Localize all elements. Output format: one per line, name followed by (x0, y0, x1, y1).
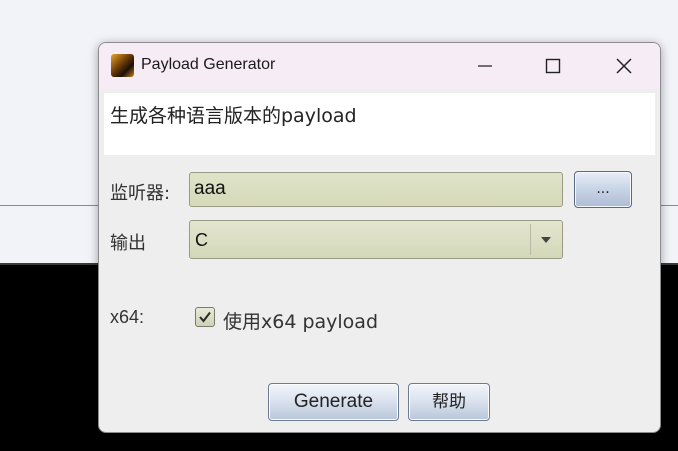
x64-label: x64: (110, 307, 145, 327)
output-select[interactable]: C (189, 220, 563, 259)
output-label: 输出 (110, 233, 146, 254)
close-icon (616, 58, 632, 74)
title-bar[interactable]: Payload Generator (99, 43, 660, 89)
description-panel: 生成各种语言版本的payload (104, 93, 655, 155)
listener-value: aaa (194, 178, 226, 199)
app-icon (111, 54, 134, 77)
listener-field[interactable]: aaa (189, 172, 563, 207)
output-selected-value: C (195, 230, 208, 250)
browse-listener-button[interactable]: ... (574, 171, 632, 208)
payload-generator-dialog: Payload Generator 生成各种语言版本的payload 监听器: … (98, 42, 661, 433)
maximize-icon (545, 58, 561, 74)
checkmark-icon (199, 311, 211, 323)
minimize-icon (478, 65, 492, 67)
chevron-down-icon (540, 236, 551, 243)
generate-button[interactable]: Generate (268, 383, 399, 421)
window-title: Payload Generator (141, 56, 276, 73)
x64-checkbox-label[interactable]: 使用x64 payload (223, 307, 378, 334)
listener-label: 监听器: (110, 183, 171, 204)
x64-checkbox[interactable] (195, 307, 215, 327)
maximize-button[interactable] (531, 51, 575, 81)
output-dropdown-button[interactable] (530, 224, 560, 255)
description-text: 生成各种语言版本的payload (110, 105, 357, 127)
minimize-button[interactable] (463, 51, 507, 81)
close-button[interactable] (602, 51, 646, 81)
help-button[interactable]: 帮助 (408, 383, 490, 421)
